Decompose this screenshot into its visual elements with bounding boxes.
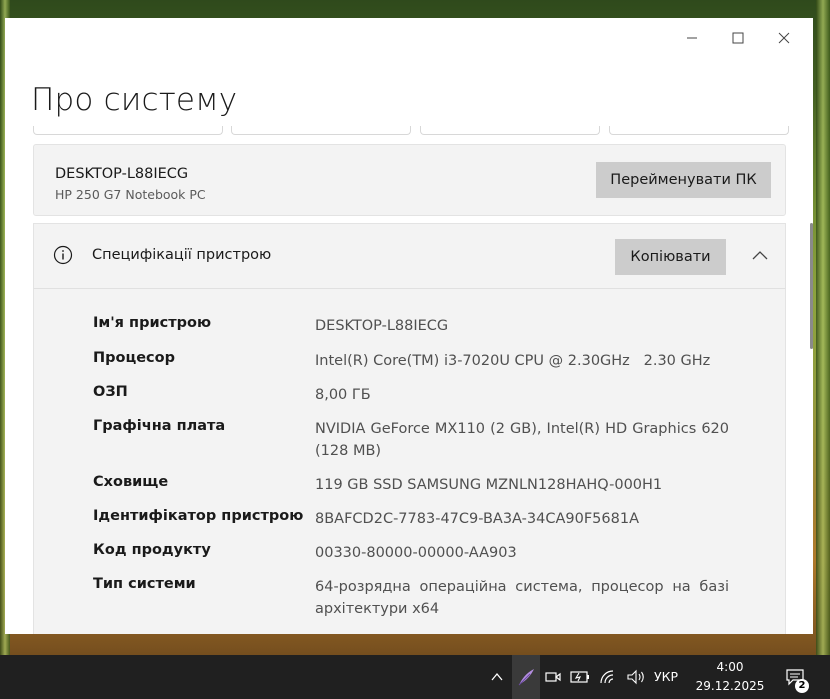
maximize-icon	[732, 32, 744, 44]
spec-label: Тип системи	[93, 576, 196, 592]
minimize-button[interactable]	[669, 22, 715, 54]
wifi-icon	[600, 670, 614, 684]
device-name: DESKTOP-L88IECG	[55, 166, 189, 182]
scrollbar-thumb[interactable]	[810, 223, 813, 349]
scrolled-card[interactable]	[231, 126, 411, 135]
spec-value: NVIDIA GeForce MX110 (2 GB), Intel(R) HD…	[315, 421, 729, 459]
minimize-icon	[687, 37, 697, 39]
spec-label: ОЗП	[93, 384, 128, 400]
show-hidden-icons-button[interactable]	[486, 655, 508, 699]
wallpaper-bamboo	[816, 0, 830, 699]
scrolled-card[interactable]	[609, 126, 789, 135]
speaker-icon	[627, 669, 644, 685]
chevron-up-icon	[491, 672, 503, 681]
spec-label: Ім'я пристрою	[93, 315, 212, 331]
specs-title: Специфікації пристрою	[92, 247, 272, 263]
spec-label: Процесор	[93, 350, 175, 366]
notification-center-button[interactable]	[780, 655, 810, 699]
spec-value: 8BAFCD2C-7783-47C9-BA3A-34CA90F5681A	[315, 511, 639, 527]
scrolled-card[interactable]	[33, 126, 223, 135]
rename-pc-button[interactable]: Перейменувати ПК	[596, 162, 771, 198]
meet-now-button[interactable]	[542, 655, 564, 699]
device-specs-header[interactable]: Специфікації пристрою Копіювати	[33, 223, 786, 289]
feather-icon	[518, 669, 534, 686]
spec-label: Сховище	[93, 474, 169, 490]
scrolled-card[interactable]	[420, 126, 600, 135]
device-model: HP 250 G7 Notebook PC	[55, 187, 206, 202]
about-window: Про систему DESKTOP-L88IECG HP 250 G7 No…	[5, 18, 813, 634]
page-title: Про систему	[31, 82, 238, 118]
volume-button[interactable]	[624, 655, 648, 699]
feather-app-tray-button[interactable]	[512, 655, 540, 699]
spec-value: 8,00 ГБ	[315, 387, 371, 403]
clock-date: 29.12.2025	[695, 679, 765, 693]
spec-value: Intel(R) Core(TM) i3-7020U CPU @ 2.30GHz…	[315, 353, 711, 369]
battery-button[interactable]	[568, 655, 592, 699]
spec-value: DESKTOP-L88IECG	[315, 318, 449, 334]
clock[interactable]: 4:00 29.12.2025	[690, 658, 770, 696]
copy-button[interactable]: Копіювати	[615, 239, 726, 275]
input-language[interactable]: УКР	[654, 669, 678, 684]
close-icon	[778, 32, 790, 44]
spec-value: 119 GB SSD SAMSUNG MZNLN128HAHQ-000H1	[315, 477, 663, 493]
close-button[interactable]	[761, 22, 807, 54]
scrolled-cards-strip	[33, 126, 789, 135]
camera-icon	[545, 672, 561, 682]
taskbar: УКР 4:00 29.12.2025 2	[0, 655, 830, 699]
spec-label: Графічна плата	[93, 418, 226, 434]
network-button[interactable]	[596, 655, 620, 699]
device-name-panel: DESKTOP-L88IECG HP 250 G7 Notebook PC Пе…	[33, 144, 786, 216]
spec-label: Ідентифікатор пристрою	[93, 508, 304, 524]
chevron-up-icon[interactable]	[750, 246, 770, 266]
device-specs-body: Ім'я пристрою DESKTOP-L88IECG Процесор I…	[33, 289, 786, 634]
info-icon	[53, 245, 73, 265]
clock-time: 4:00	[716, 660, 744, 674]
title-bar[interactable]	[5, 18, 813, 58]
spec-label: Код продукту	[93, 542, 211, 558]
spec-value: 00330-80000-00000-AA903	[315, 545, 517, 561]
maximize-button[interactable]	[715, 22, 761, 54]
notification-count-badge: 2	[795, 679, 809, 693]
battery-charging-icon	[570, 671, 589, 683]
spec-value: 64-розрядна операційна система, процесор…	[315, 579, 729, 617]
